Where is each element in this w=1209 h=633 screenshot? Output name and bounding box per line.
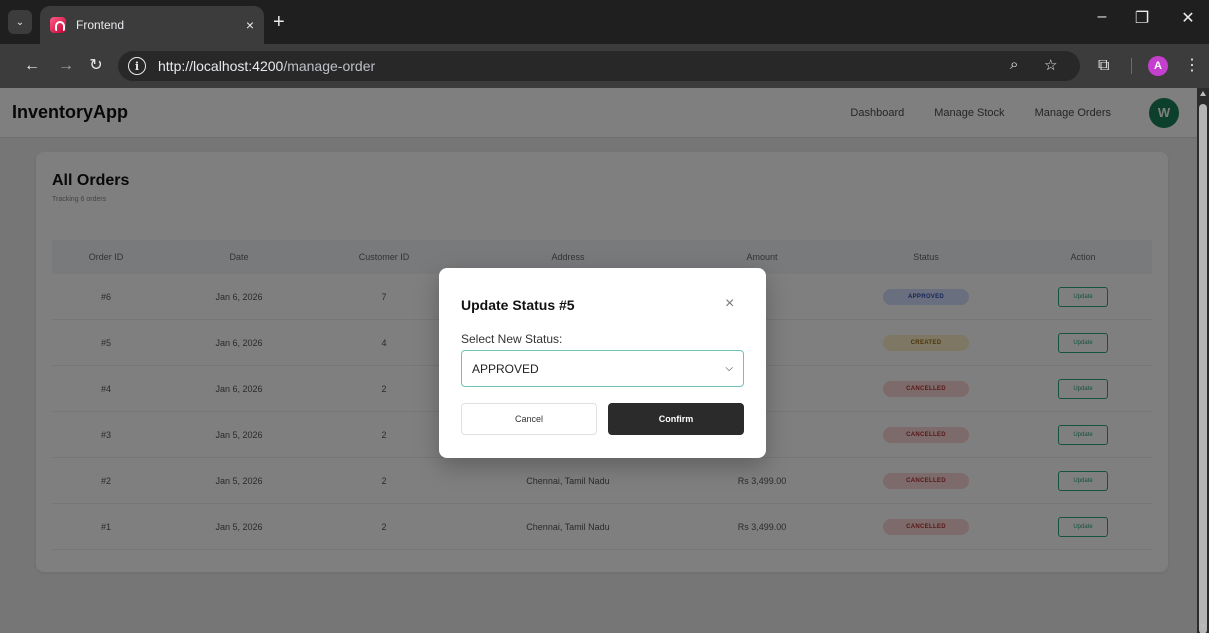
close-icon[interactable]: × — [725, 294, 734, 314]
tab-title: Frontend — [76, 18, 125, 32]
restore-icon[interactable]: ❐ — [1128, 8, 1156, 28]
scrollbar-thumb[interactable] — [1199, 104, 1207, 633]
arrow-right-icon[interactable]: → — [56, 56, 76, 76]
browser-tab-bar: ⌄ Frontend × + – ❐ ✕ — [0, 0, 1209, 44]
page-viewport: InventoryApp Dashboard Manage Stock Mana… — [0, 88, 1197, 633]
browser-tab[interactable]: Frontend × — [40, 6, 264, 44]
scroll-down-icon[interactable] — [1200, 624, 1206, 629]
toolbar-divider — [1131, 58, 1132, 74]
browser-toolbar: ← → ↻ i http://localhost:4200/manage-ord… — [0, 44, 1209, 88]
star-icon[interactable]: ☆ — [1044, 56, 1057, 74]
new-tab-button[interactable]: + — [273, 10, 285, 34]
address-bar[interactable]: i http://localhost:4200/manage-order ⌕ ☆ — [118, 51, 1080, 81]
url-text[interactable]: http://localhost:4200/manage-order — [158, 58, 375, 74]
reload-icon[interactable]: ↻ — [86, 56, 106, 76]
status-select[interactable]: APPROVED ⌵ — [461, 350, 744, 387]
close-tab-icon[interactable]: × — [246, 17, 254, 33]
puzzle-icon[interactable]: ⧉ — [1098, 56, 1109, 76]
kebab-menu-icon[interactable]: ⋮ — [1184, 56, 1200, 76]
cancel-button[interactable]: Cancel — [461, 403, 597, 435]
info-icon[interactable]: i — [128, 57, 146, 75]
arrow-left-icon[interactable]: ← — [22, 56, 42, 76]
scroll-up-icon[interactable] — [1200, 91, 1206, 96]
minimize-icon[interactable]: – — [1088, 8, 1116, 26]
angular-favicon-icon — [50, 17, 66, 33]
modal-title: Update Status #5 — [461, 297, 575, 313]
page-scrollbar[interactable] — [1197, 88, 1209, 633]
status-select-value: APPROVED — [472, 361, 539, 376]
confirm-button[interactable]: Confirm — [608, 403, 744, 435]
close-window-icon[interactable]: ✕ — [1174, 8, 1202, 28]
status-select-label: Select New Status: — [461, 332, 563, 346]
profile-avatar[interactable]: A — [1148, 56, 1168, 76]
chevron-down-icon[interactable]: ⌄ — [8, 10, 32, 34]
update-status-modal: Update Status #5 × Select New Status: AP… — [439, 268, 766, 458]
chevron-down-icon: ⌵ — [725, 363, 733, 374]
zoom-icon[interactable]: ⌕ — [1010, 56, 1018, 73]
